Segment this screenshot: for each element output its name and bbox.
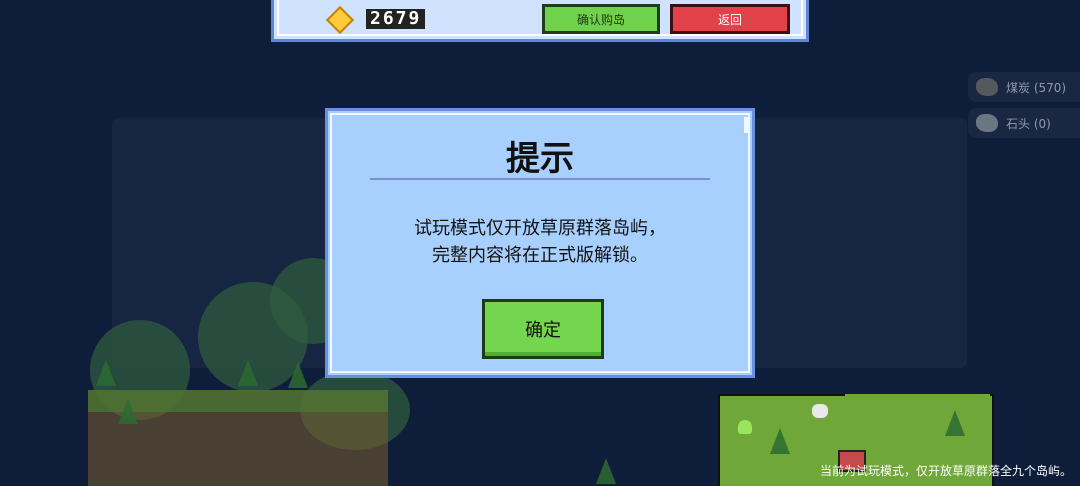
resource-stone: 石头 (0) xyxy=(968,108,1080,138)
top-bar: 2679 确认购岛 返回 xyxy=(271,0,809,42)
resource-stone-label: 石头 (0) xyxy=(1006,116,1051,131)
slime-icon xyxy=(738,420,752,434)
trial-mode-hint: 当前为试玩模式，仅开放草原群落全九个岛屿。 xyxy=(819,464,1072,478)
resource-coal: 煤炭 (570) xyxy=(968,72,1080,102)
pine-tree-icon xyxy=(96,360,116,386)
notice-dialog: 提示 试玩模式仅开放草原群落岛屿， 完整内容将在正式版解锁。 确定 xyxy=(325,108,755,378)
resource-coal-label: 煤炭 (570) xyxy=(1006,80,1067,95)
coal-ore-icon xyxy=(976,78,998,96)
pine-tree-icon xyxy=(596,458,616,484)
sheep-icon xyxy=(812,404,828,418)
pine-tree-icon xyxy=(945,410,965,436)
gem-count: 2679 xyxy=(366,9,426,29)
dialog-title: 提示 xyxy=(506,139,574,179)
back-button[interactable]: 返回 xyxy=(670,4,790,34)
dialog-message-line: 试玩模式仅开放草原群落岛屿， xyxy=(414,218,666,239)
island-ledge xyxy=(845,394,990,414)
ok-button[interactable]: 确定 xyxy=(482,299,604,359)
pine-tree-icon xyxy=(288,362,308,388)
pine-tree-icon xyxy=(118,398,138,424)
dialog-divider xyxy=(370,178,710,180)
pine-tree-icon xyxy=(238,360,258,386)
stone-ore-icon xyxy=(976,114,998,132)
pine-tree-icon xyxy=(770,428,790,454)
dialog-message-line: 完整内容将在正式版解锁。 xyxy=(432,245,648,266)
dialog-message: 试玩模式仅开放草原群落岛屿， 完整内容将在正式版解锁。 xyxy=(328,215,752,269)
confirm-buy-island-button[interactable]: 确认购岛 xyxy=(542,4,660,34)
